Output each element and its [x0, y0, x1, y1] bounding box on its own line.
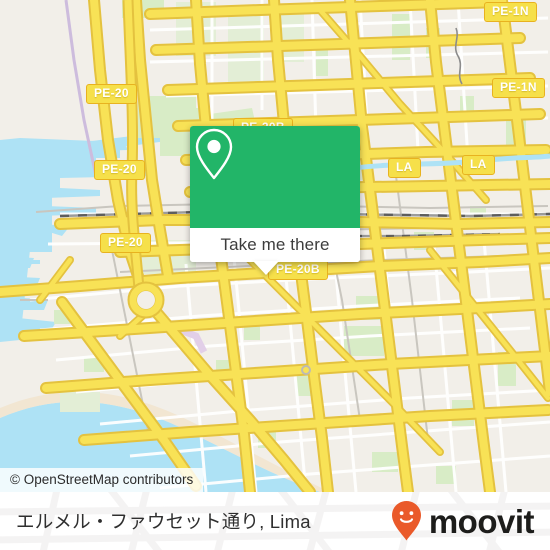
map-canvas[interactable]: PE-1N PE-1N PE-20 PE-20 PE-20 PE-20B PE-… [0, 0, 550, 492]
road-shield: PE-20 [94, 160, 145, 180]
card-pin-area [190, 126, 360, 228]
moovit-wordmark: moovit [428, 502, 535, 540]
road-shield: PE-1N [484, 2, 537, 22]
place-title: エルメル・ファウセット通り, Lima [16, 511, 311, 532]
moovit-map-screen: PE-1N PE-1N PE-20 PE-20 PE-20 PE-20B PE-… [0, 0, 550, 550]
take-me-there-card[interactable]: Take me there [190, 126, 360, 262]
take-me-there-label: Take me there [220, 235, 330, 254]
road-shield: PE-1N [492, 78, 545, 98]
moovit-smiling-pin-icon [391, 501, 421, 541]
osm-attribution[interactable]: © OpenStreetMap contributors [0, 468, 204, 492]
footer-bar: エルメル・ファウセット通り, Lima moovit [0, 492, 550, 550]
map-pin-icon [195, 128, 233, 180]
card-action-area[interactable]: Take me there [190, 228, 360, 262]
road-shield: PE-20 [86, 84, 137, 104]
moovit-logo[interactable]: moovit [390, 492, 535, 550]
road-shield: PE-20 [100, 233, 151, 253]
card-pointer [253, 261, 279, 275]
road-shield: LA [388, 158, 421, 178]
road-shield: LA [462, 155, 495, 175]
